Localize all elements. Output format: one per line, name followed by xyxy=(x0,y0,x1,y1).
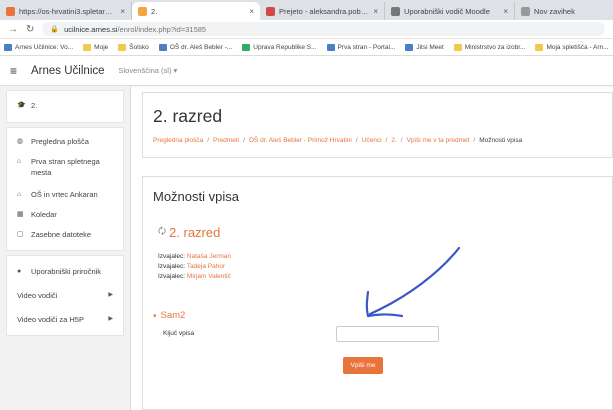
url-host: ucilnice.arnes.si xyxy=(64,24,118,34)
tab-title: Uporabniški vodič Moodle xyxy=(404,6,490,16)
bookmarks-bar: Arnes Učilnice: Vo... Moje Šolsko OŠ dr.… xyxy=(0,39,613,56)
bookmark-favicon-icon xyxy=(158,43,167,51)
site-name[interactable]: Arnes Učilnice xyxy=(31,65,105,77)
breadcrumb-item[interactable]: 2. xyxy=(391,137,396,144)
language-selector[interactable]: Slovenščina (sl) ▾ xyxy=(119,66,178,75)
tab-title: 2. xyxy=(151,6,158,16)
sidebar-item-current-course[interactable]: 🎓 2. xyxy=(7,100,123,111)
url-field[interactable]: 🔒 ucilnice.arnes.si/enrol/index.php?id=3… xyxy=(42,22,605,36)
browser-tab-2[interactable]: 2. × xyxy=(132,2,260,20)
breadcrumb-current: Možnosti vpisa xyxy=(479,137,523,144)
home-icon: ⌂ xyxy=(17,191,22,198)
tab-close-icon[interactable]: × xyxy=(120,7,125,16)
bookmark-favicon-icon xyxy=(405,43,414,51)
bookmark-item[interactable]: Moja spletišča - Arn... xyxy=(535,43,609,51)
breadcrumb: Pregledna plošča / Predmeti / OŠ dr. Aleš Be… xyxy=(153,137,523,144)
graduation-cap-icon: 🎓 xyxy=(17,102,26,109)
bookmark-favicon-icon xyxy=(326,43,335,51)
course-icon: 🗘 xyxy=(158,226,167,236)
address-bar: → ↻ 🔒 ucilnice.arnes.si/enrol/index.php?… xyxy=(0,20,613,39)
bookmark-favicon-icon xyxy=(242,43,251,51)
caret-right-icon: ▶ xyxy=(108,292,113,298)
caret-right-icon: ▶ xyxy=(108,316,113,322)
breadcrumb-item[interactable]: Vpiši me v ta predmet xyxy=(407,137,470,144)
tab-title: Nov zavihek xyxy=(534,6,575,16)
tab-favicon-icon xyxy=(6,6,15,16)
sidebar-item-calendar[interactable]: ▦ Koledar xyxy=(7,209,123,229)
browser-tab-4[interactable]: Uporabniški vodič Moodle × xyxy=(385,2,515,20)
tab-favicon-icon xyxy=(266,6,275,16)
breadcrumb-item[interactable]: Pregledna plošča xyxy=(153,137,203,144)
tab-favicon-icon xyxy=(521,6,530,16)
tab-favicon-icon xyxy=(138,6,147,16)
browser-tab-3[interactable]: Prejeto - aleksandra.pobega@os × xyxy=(260,2,385,20)
calendar-icon: ▦ xyxy=(17,211,24,218)
teacher-list: Izvajalec: Nataša Jerman Izvajalec: Tade… xyxy=(158,252,231,282)
tab-title: Prejeto - aleksandra.pobega@os xyxy=(279,6,370,16)
sidebar-item-video-guides[interactable]: Video vodiči ▶ xyxy=(7,290,123,314)
course-link[interactable]: 🗘 2. razred xyxy=(158,224,220,240)
tab-close-icon[interactable]: × xyxy=(503,7,508,16)
enrol-method-toggle[interactable]: ▾ Sam2 xyxy=(153,310,185,321)
folder-icon xyxy=(83,43,92,51)
page-title: 2. razred xyxy=(153,106,223,126)
teacher-link[interactable]: Tadeja Pahor xyxy=(187,263,225,270)
section-heading: Možnosti vpisa xyxy=(153,189,239,204)
breadcrumb-item[interactable]: OŠ dr. Aleš Bebler - Primož Hrvatini xyxy=(249,137,352,144)
bookmark-item[interactable]: Ministrstvo za izobr... xyxy=(453,43,525,51)
sidebar-course-section: 🎓 2. xyxy=(6,90,124,123)
bookmark-item[interactable]: Prva stran - Portal... xyxy=(326,43,395,51)
breadcrumb-item[interactable]: Učenci xyxy=(362,137,382,144)
bookmark-folder[interactable]: Šolsko xyxy=(118,43,149,51)
page-header-card: 2. razred Pregledna plošča / Predmeti / OŠ d… xyxy=(142,92,613,158)
teacher-row: Izvajalec: Mirjam Valentič xyxy=(158,273,231,280)
url-path: /enrol/index.php?id=31585 xyxy=(117,24,207,34)
browser-tab-5[interactable]: Nov zavihek xyxy=(515,2,613,20)
sidebar-help-section: ● Uporabniški priročnik Video vodiči ▶ V… xyxy=(6,255,124,336)
nav-drawer: 🎓 2. ◍ Pregledna plošča ⌂ Prva stran spl… xyxy=(0,86,131,410)
bookmark-favicon-icon xyxy=(453,43,462,51)
bookmark-item[interactable]: Jitsi Meet xyxy=(405,43,444,51)
teacher-row: Izvajalec: Nataša Jerman xyxy=(158,253,231,260)
browser-tab-bar: https://os-hrvatini3.spletarnes.si × 2. … xyxy=(0,0,613,20)
folder-icon xyxy=(118,43,127,51)
dashboard-icon: ◍ xyxy=(17,138,24,145)
bookmark-item[interactable]: Arnes Učilnice: Vo... xyxy=(4,43,73,51)
teacher-link[interactable]: Mirjam Valentič xyxy=(187,273,231,280)
teacher-row: Izvajalec: Tadeja Pahor xyxy=(158,263,226,270)
bookmark-folder[interactable]: Moje xyxy=(83,43,108,51)
bookmark-favicon-icon xyxy=(535,43,544,51)
bookmark-item[interactable]: OŠ dr. Aleš Bebler -... xyxy=(158,43,232,51)
tab-close-icon[interactable]: × xyxy=(249,7,254,16)
forward-icon[interactable]: → xyxy=(8,24,18,35)
enrolment-key-label: Ključ vpisa xyxy=(163,330,195,337)
sidebar-item-school[interactable]: ⌂ OŠ in vrtec Ankaran xyxy=(7,189,123,209)
collapse-caret-icon: ▾ xyxy=(153,313,157,320)
enrol-me-button[interactable]: Vpiši me xyxy=(343,357,383,374)
lock-icon: 🔒 xyxy=(50,26,60,33)
bookmark-item[interactable]: Uprava Republike S... xyxy=(242,43,317,51)
reload-icon[interactable]: ↻ xyxy=(26,24,34,35)
tab-title: https://os-hrvatini3.spletarnes.si xyxy=(19,6,117,16)
sidebar-item-video-guides-h5p[interactable]: Video vodiči za H5P ▶ xyxy=(7,314,123,329)
sidebar-item-user-guide[interactable]: ● Uporabniški priročnik xyxy=(7,266,123,290)
enrolment-options-card: Možnosti vpisa 🗘 2. razred Izvajalec: Na… xyxy=(142,176,613,410)
sidebar-item-dashboard[interactable]: ◍ Pregledna plošča xyxy=(7,134,123,156)
breadcrumb-item[interactable]: Predmeti xyxy=(213,137,239,144)
sidebar-item-private-files[interactable]: ▢ Zasebne datoteke xyxy=(7,229,123,244)
teacher-link[interactable]: Nataša Jerman xyxy=(187,253,231,260)
tab-favicon-icon xyxy=(391,6,400,16)
browser-tab-1[interactable]: https://os-hrvatini3.spletarnes.si × xyxy=(0,2,132,20)
site-navbar: ≡ Arnes Učilnice Slovenščina (sl) ▾ xyxy=(0,56,613,86)
file-icon: ▢ xyxy=(17,231,24,238)
question-circle-icon: ● xyxy=(17,268,22,275)
enrolment-key-input[interactable] xyxy=(336,326,439,342)
tab-close-icon[interactable]: × xyxy=(373,7,378,16)
home-icon: ⌂ xyxy=(17,158,22,165)
sidebar-item-site-home[interactable]: ⌂ Prva stran spletnega mesta xyxy=(7,156,123,189)
sidebar-main-section: ◍ Pregledna plošča ⌂ Prva stran spletneg… xyxy=(6,127,124,251)
bookmark-favicon-icon xyxy=(4,43,12,51)
menu-toggle-icon[interactable]: ≡ xyxy=(10,64,17,78)
